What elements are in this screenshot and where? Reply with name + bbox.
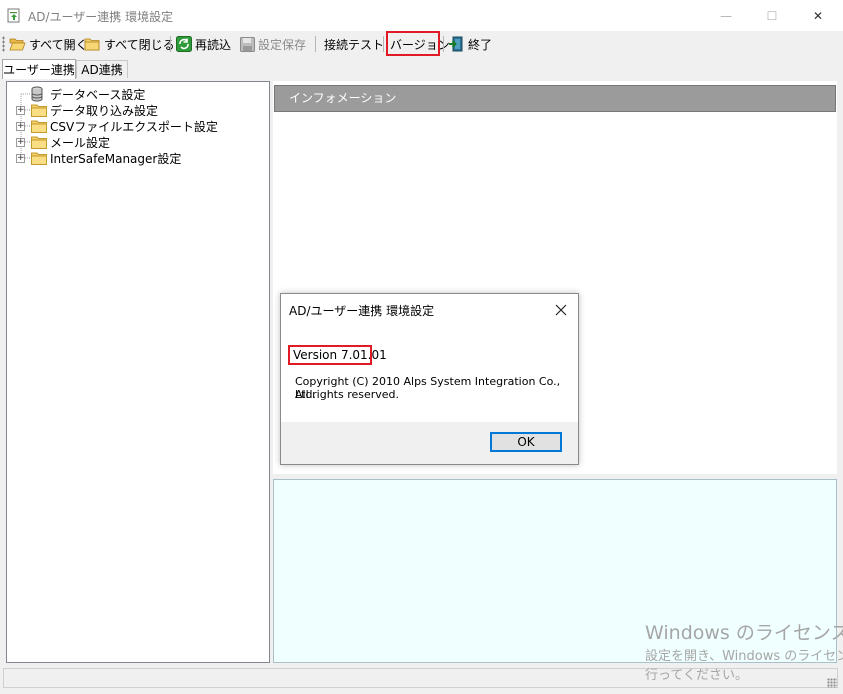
floppy-disk-icon bbox=[240, 36, 255, 52]
tree-item-csv-export[interactable]: + CSVファイルエクスポート設定 bbox=[7, 118, 257, 134]
app-icon bbox=[7, 8, 20, 23]
folder-open-icon bbox=[9, 38, 26, 51]
tree-item-mail[interactable]: + メール設定 bbox=[7, 134, 207, 150]
folder-closed-icon bbox=[84, 38, 100, 51]
tab-ad-linkage[interactable]: AD連携 bbox=[76, 60, 128, 78]
expand-toggle[interactable]: + bbox=[16, 138, 25, 147]
folder-icon bbox=[31, 136, 47, 149]
toolbar: すべて開く すべて閉じる 再読込 設定保存 接続テスト バージョン 終了 bbox=[0, 31, 843, 57]
tree-item-intersafe-manager[interactable]: + InterSafeManager設定 bbox=[7, 150, 257, 166]
tab-strip: ユーザー連携 AD連携 bbox=[0, 59, 843, 79]
connection-test-button[interactable]: 接続テスト bbox=[324, 34, 384, 54]
close-icon bbox=[555, 304, 567, 316]
watermark-line: 設定を開き、Windows のライセンス認証を行ってください。 bbox=[645, 649, 843, 664]
exit-door-icon bbox=[449, 36, 463, 52]
folder-icon bbox=[31, 152, 47, 165]
tree-item-label: データベース設定 bbox=[50, 88, 146, 102]
toolbar-separator bbox=[315, 36, 316, 52]
save-label: 設定保存 bbox=[258, 37, 307, 52]
watermark-title: Windows のライセンス認証 bbox=[645, 622, 843, 644]
expand-toggle[interactable]: + bbox=[16, 106, 25, 115]
connection-test-label: 接続テスト bbox=[324, 37, 385, 52]
expand-all-label: すべて開く bbox=[29, 37, 88, 52]
minimize-button[interactable]: — bbox=[703, 0, 749, 31]
about-dialog: AD/ユーザー連携 環境設定 Version 7.01.01 Copyright… bbox=[280, 293, 579, 465]
information-header: インフォメーション bbox=[274, 85, 836, 112]
tree-item-data-import[interactable]: + データ取り込み設定 bbox=[7, 102, 247, 118]
toolbar-separator bbox=[170, 36, 171, 52]
save-button[interactable]: 設定保存 bbox=[240, 34, 306, 54]
reload-button[interactable]: 再読込 bbox=[176, 34, 231, 54]
expand-toggle[interactable]: + bbox=[16, 122, 25, 131]
folder-icon bbox=[31, 120, 47, 133]
expand-toggle[interactable]: + bbox=[16, 154, 25, 163]
expand-all-button[interactable]: すべて開く bbox=[9, 34, 88, 54]
dialog-close-button[interactable] bbox=[550, 299, 572, 321]
toolbar-separator bbox=[383, 36, 384, 52]
version-text-highlight bbox=[288, 345, 372, 365]
close-window-button[interactable]: ✕ bbox=[795, 0, 841, 31]
collapse-all-label: すべて閉じる bbox=[104, 37, 175, 52]
toolbar-separator bbox=[443, 36, 444, 52]
ok-button[interactable]: OK bbox=[490, 432, 562, 452]
tab-label: ユーザー連携 bbox=[3, 63, 75, 77]
exit-label: 終了 bbox=[468, 37, 493, 52]
refresh-icon bbox=[176, 36, 192, 52]
close-icon: ✕ bbox=[812, 8, 824, 23]
settings-tree[interactable]: データベース設定 + データ取り込み設定 + CSVファイルエクスポート設定 +… bbox=[6, 81, 270, 663]
dialog-title: AD/ユーザー連携 環境設定 bbox=[289, 304, 435, 318]
tree-item-label: メール設定 bbox=[50, 136, 111, 150]
collapse-all-button[interactable]: すべて閉じる bbox=[84, 34, 175, 54]
maximize-button[interactable]: ☐ bbox=[749, 0, 795, 31]
tree-item-label: InterSafeManager設定 bbox=[50, 152, 182, 166]
dialog-footer: OK bbox=[281, 422, 578, 464]
window-title: AD/ユーザー連携 環境設定 bbox=[28, 10, 174, 24]
folder-icon bbox=[31, 104, 47, 117]
reload-label: 再読込 bbox=[195, 37, 232, 52]
tree-item-database[interactable]: データベース設定 bbox=[7, 86, 207, 102]
maximize-icon: ☐ bbox=[766, 8, 778, 23]
minimize-icon: — bbox=[720, 8, 732, 23]
exit-button[interactable]: 終了 bbox=[448, 34, 492, 54]
rights-text: All rights reserved. bbox=[295, 388, 400, 401]
tab-label: AD連携 bbox=[81, 63, 123, 77]
watermark-line: 行ってください。 bbox=[645, 668, 748, 683]
activation-watermark: Windows のライセンス認証 設定を開き、Windows のライセンス認証を… bbox=[645, 618, 843, 684]
toolbar-grip[interactable] bbox=[2, 36, 5, 52]
tree-item-label: データ取り込み設定 bbox=[50, 104, 159, 118]
tab-user-linkage[interactable]: ユーザー連携 bbox=[2, 59, 76, 79]
tree-item-label: CSVファイルエクスポート設定 bbox=[50, 120, 218, 134]
title-bar: AD/ユーザー連携 環境設定 — ☐ ✕ bbox=[0, 0, 843, 31]
version-button-highlight bbox=[386, 31, 440, 56]
database-icon bbox=[31, 86, 43, 102]
